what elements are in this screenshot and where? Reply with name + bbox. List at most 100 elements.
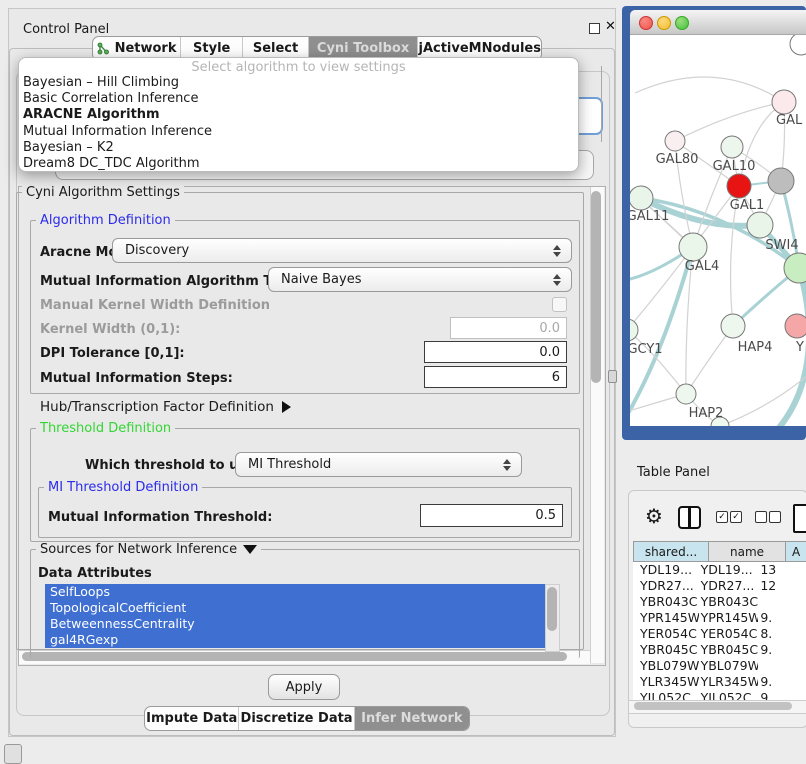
mi-type-combo[interactable]: Naive Bayes [268,267,572,292]
settings-vscrollbar-thumb[interactable] [591,191,601,383]
network-node-label: GAL1 [730,198,764,213]
gear-icon[interactable]: ⚙ [645,506,663,526]
mi-threshold-field[interactable]: 0.5 [420,504,563,527]
algorithm-list: Bayesian – Hill ClimbingBasic Correlatio… [19,75,578,172]
network-node-label: GAL80 [656,152,699,167]
network-node[interactable] [785,314,806,338]
network-node[interactable] [768,168,794,194]
network-graph[interactable]: GALGAL80GAL10GAL1SWI4GAL11GAL4GCY1HAP4YH… [630,35,806,426]
table-cell: YDR27... [699,578,759,594]
algorithm-option[interactable]: Basic Correlation Inference [19,91,578,107]
attribute-list-item[interactable]: gal4RGexp [45,632,545,648]
network-edge[interactable] [630,247,693,330]
algorithm-option[interactable]: ARACNE Algorithm [19,107,578,123]
close-traffic-light-icon[interactable] [639,16,653,30]
minimize-traffic-light-icon[interactable] [657,16,671,30]
table-cell: 9 [758,690,806,700]
network-node[interactable] [772,90,796,114]
algorithm-dropdown-popup: Select algorithm to view settings Bayesi… [18,57,579,172]
network-edge[interactable] [675,102,784,141]
network-window-titlebar[interactable] [630,10,806,35]
sources-legend[interactable]: Sources for Network Inference [36,543,261,556]
attribute-list-item[interactable]: SelfLoops [45,584,545,600]
algorithm-option[interactable]: Mutual Information Inference [19,124,578,140]
network-node[interactable] [721,314,745,338]
algorithm-definition-legend: Algorithm Definition [36,214,175,227]
table-row[interactable]: YER054CYER054C8. [633,626,806,642]
zoom-traffic-light-icon[interactable] [675,16,689,30]
algorithm-placeholder: Select algorithm to view settings [19,60,578,75]
table-cell: YBR043C [633,594,699,610]
network-node[interactable] [630,186,653,210]
network-edge[interactable] [630,330,686,394]
dpi-tolerance-field[interactable]: 0.0 [424,341,567,363]
bottom-tabbar: Impute Data Discretize Data Infer Networ… [144,706,470,731]
aracne-mode-combo[interactable]: Discovery [112,238,572,263]
which-threshold-combo[interactable]: MI Threshold [235,452,522,477]
kernel-width-field[interactable]: 0.0 [450,317,567,339]
table-cell: YBL079W [699,658,759,674]
network-node[interactable] [747,212,773,238]
mi-steps-field[interactable]: 6 [424,366,567,388]
mi-type-label: Mutual Information Algorithm Type: [40,274,303,289]
algorithm-option[interactable]: Bayesian – Hill Climbing [19,75,578,91]
split-columns-icon[interactable] [678,506,701,529]
table-cell [758,658,806,674]
network-node[interactable] [679,233,707,261]
close-icon[interactable]: ✕ [605,19,616,34]
manual-kernel-checkbox[interactable] [552,297,567,312]
threshold-definition-legend: Threshold Definition [36,422,175,435]
document-icon[interactable] [793,504,806,533]
table-row[interactable]: YDL19...YDL19...13 [633,562,806,578]
column-header-third[interactable]: A [785,541,806,562]
column-header-name[interactable]: name [708,541,786,562]
tab-impute-data[interactable]: Impute Data [145,707,239,730]
table-row[interactable]: YDR27...YDR27...12 [633,578,806,594]
network-node[interactable] [727,174,751,198]
table-row[interactable]: YIL052CYIL052C9 [633,690,806,700]
unchecked-checkbox-icon[interactable] [755,511,767,523]
network-edge[interactable] [635,77,784,102]
table-row[interactable]: YBR045CYBR045C9. [633,642,806,658]
table-row[interactable]: YLR345WYLR345W9. [633,674,806,690]
panel-divider-handle[interactable] [608,370,617,383]
network-node-label: GAL4 [685,259,719,274]
table-cell: YBR045C [699,642,759,658]
unchecked-checkbox-icon[interactable] [769,511,781,523]
column-header-shared[interactable]: shared... [633,541,709,562]
collapsed-arrow-icon [282,401,291,413]
table-hscrollbar-thumb[interactable] [634,702,792,710]
checked-checkbox-icon[interactable]: ✓ [716,511,728,523]
network-node-label: GAL11 [630,209,669,224]
which-threshold-label: Which threshold to use: [85,458,260,473]
network-node[interactable] [665,131,685,151]
tab-infer-network[interactable]: Infer Network [355,707,469,730]
network-node-label: Y [795,340,804,355]
table-row[interactable]: YBL079WYBL079W [633,658,806,674]
table-cell: YBR043C [699,594,759,610]
table-cell: 12 [758,578,806,594]
network-node[interactable] [790,35,806,55]
table-row[interactable]: YPR145WYPR145W9. [633,610,806,626]
table-cell: YDL19... [633,562,699,578]
attributes-scrollbar-thumb[interactable] [547,587,557,631]
dock-panel-icon[interactable] [4,744,22,764]
table-row[interactable]: YBR043CYBR043C [633,594,806,610]
float-window-icon[interactable] [589,23,600,34]
checked-checkbox-icon[interactable]: ✓ [730,511,742,523]
attribute-list-item[interactable]: BetweennessCentrality [45,616,545,632]
table-cell: YER054C [699,626,759,642]
network-node[interactable] [721,136,743,158]
attribute-list-item[interactable]: TopologicalCoefficient [45,600,545,616]
hub-definition-toggle[interactable]: Hub/Transcription Factor Definition [40,399,291,415]
mi-threshold-label: Mutual Information Threshold: [48,510,272,525]
cyni-settings-legend: Cyni Algorithm Settings [22,186,184,199]
network-node[interactable] [676,384,696,404]
network-canvas[interactable]: GALGAL80GAL10GAL1SWI4GAL11GAL4GCY1HAP4YH… [630,35,806,426]
algorithm-option[interactable]: Bayesian – K2 [19,140,578,156]
table-cell: 8. [758,626,806,642]
tab-discretize-data[interactable]: Discretize Data [239,707,354,730]
apply-button[interactable]: Apply [268,674,340,700]
table-cell: YDR27... [633,578,699,594]
algorithm-option[interactable]: Dream8 DC_TDC Algorithm [19,156,578,172]
